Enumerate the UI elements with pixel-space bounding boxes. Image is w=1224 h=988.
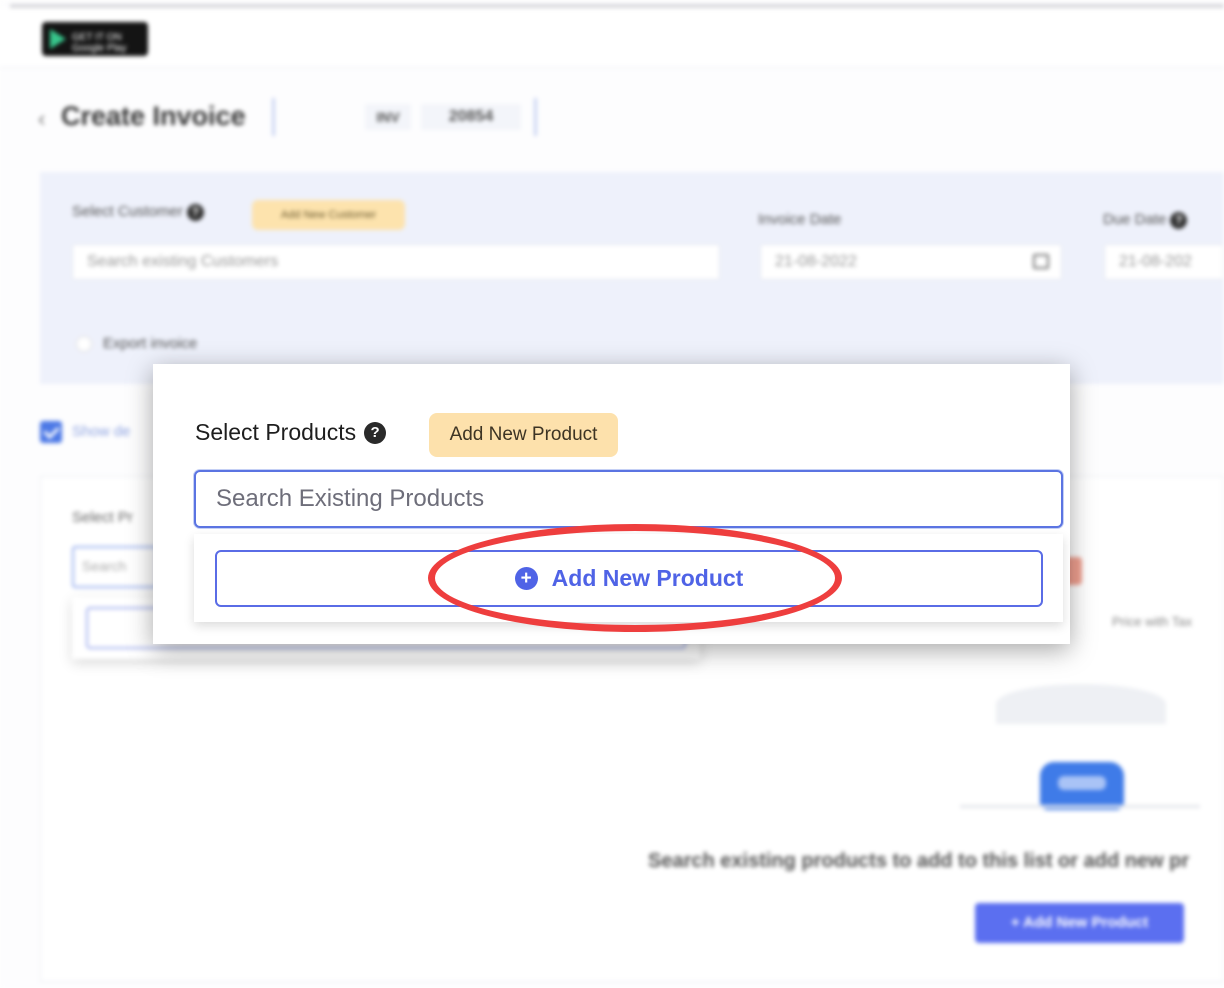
empty-illustration-ground [960, 805, 1200, 808]
price-with-tax-header: Price with Tax [1112, 614, 1192, 629]
select-products-text: Select Products [195, 419, 357, 445]
show-details-checkbox[interactable] [40, 421, 62, 443]
product-search-input[interactable] [194, 470, 1063, 528]
google-play-badge[interactable]: GET IT ON Google Play [42, 22, 148, 56]
select-products-label-bg: Select Pr [72, 509, 133, 526]
invoice-date-label: Invoice Date [758, 211, 842, 228]
chevron-left-icon[interactable]: ‹ [38, 106, 45, 132]
add-new-customer-button[interactable]: Add New Customer [252, 200, 405, 230]
export-invoice-checkbox[interactable] [76, 336, 92, 352]
page-title: Create Invoice [61, 101, 246, 131]
play-store-icon [50, 29, 66, 49]
invoice-number[interactable]: 20854 [421, 104, 521, 130]
invoice-date-field[interactable]: 21-08-2022 [760, 244, 1062, 280]
show-details-label: Show de [72, 423, 131, 440]
empty-tray-icon [1040, 762, 1124, 810]
empty-illustration-hill [996, 684, 1166, 724]
dropdown-add-new-product-button[interactable]: + Add New Product [215, 550, 1043, 607]
product-search-input-bg[interactable]: Search [72, 546, 158, 588]
add-new-product-pill[interactable]: Add New Product [429, 413, 618, 457]
badge-small-text: GET IT ON [72, 32, 122, 43]
add-new-product-button-bg[interactable]: + Add New Product [975, 903, 1184, 943]
select-products-popup: Select Products ? Add New Product + Add … [153, 364, 1070, 644]
plus-circle-icon: + [514, 567, 538, 590]
help-icon[interactable]: ? [364, 421, 387, 444]
select-customer-label: Select Customer? [72, 203, 204, 221]
invoice-prefix: INV [365, 104, 411, 130]
help-icon[interactable]: ? [186, 203, 204, 221]
empty-state-message: Search existing products to add to this … [648, 850, 1190, 872]
product-search-dropdown: + Add New Product [194, 534, 1063, 622]
due-date-label: Due Date? [1103, 211, 1188, 229]
select-products-label: Select Products ? [195, 419, 387, 446]
customer-search-input[interactable]: Search existing Customers [72, 244, 720, 280]
due-date-field[interactable]: 21-08-202 [1104, 244, 1224, 280]
invoice-number-field: INV 20854 [272, 98, 537, 136]
calendar-icon[interactable] [1033, 254, 1049, 269]
badge-large-text: Google Play [72, 43, 127, 54]
top-bar [0, 8, 1224, 68]
export-invoice-label: Export invoice [103, 335, 198, 352]
help-icon[interactable]: ? [1170, 211, 1188, 229]
dropdown-add-new-product-label: Add New Product [551, 565, 744, 591]
